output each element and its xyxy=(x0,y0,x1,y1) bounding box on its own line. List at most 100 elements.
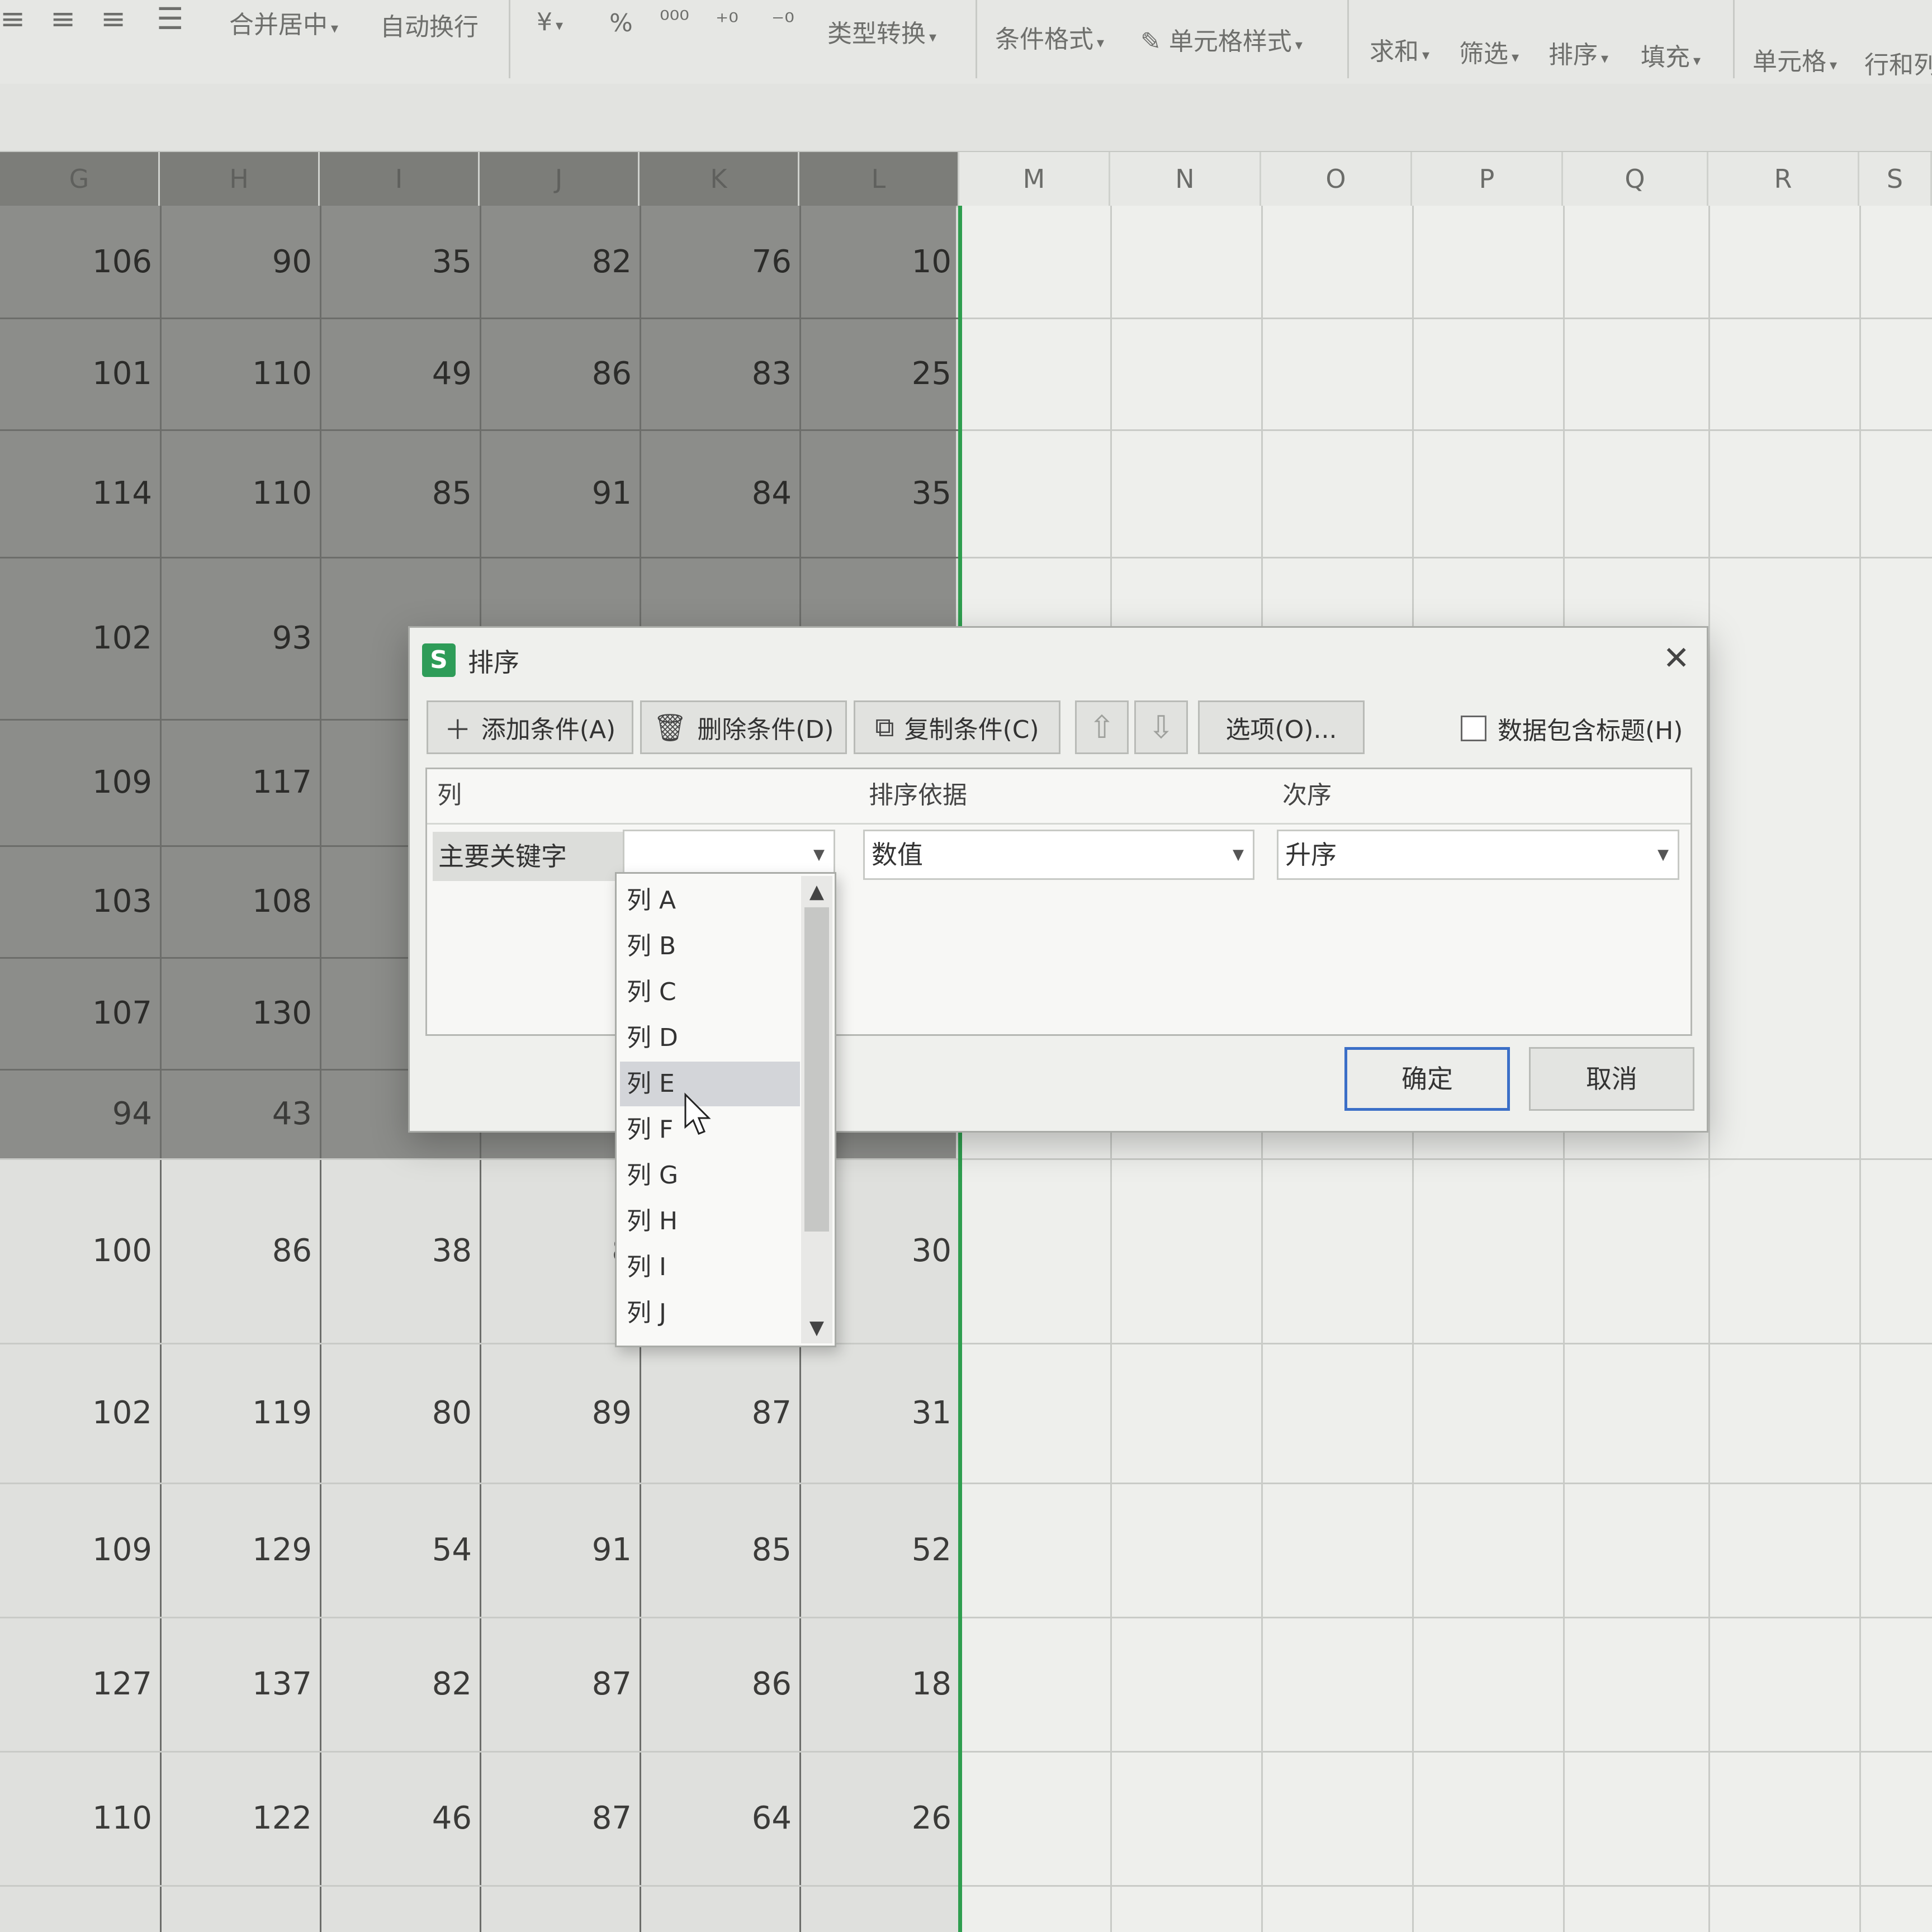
cell[interactable]: 87 xyxy=(480,1617,640,1751)
cell[interactable]: 114 xyxy=(0,429,160,557)
cell[interactable]: 110 xyxy=(160,318,320,429)
cell[interactable]: 117 xyxy=(160,719,320,845)
ok-button[interactable]: 确定 xyxy=(1344,1047,1510,1111)
list-item[interactable]: 列 B xyxy=(620,924,800,969)
list-item[interactable]: 列 G xyxy=(620,1153,800,1198)
filter-button[interactable]: 筛选 ▾ xyxy=(1459,34,1519,69)
cell[interactable]: 110 xyxy=(160,429,320,557)
column-header-r[interactable]: R xyxy=(1708,152,1859,206)
cell[interactable]: 108 xyxy=(160,845,320,957)
cell-style-button[interactable]: ✎ 单元格样式 ▾ xyxy=(1140,21,1303,57)
column-header-h[interactable]: H xyxy=(160,152,320,206)
delete-condition-button[interactable]: 🗑 删除条件(D) xyxy=(640,700,847,754)
cell[interactable]: 35 xyxy=(799,429,959,557)
scroll-down-icon[interactable]: ▼ xyxy=(801,1312,832,1343)
dropdown-scrollbar[interactable]: ▲ ▼ xyxy=(801,876,832,1343)
cell[interactable]: 91 xyxy=(480,1483,640,1617)
sort-button[interactable]: 排序 ▾ xyxy=(1549,35,1608,70)
list-item[interactable]: 列 I xyxy=(620,1245,800,1290)
fill-button[interactable]: 填充 ▾ xyxy=(1641,37,1701,73)
cell[interactable]: 54 xyxy=(320,1483,480,1617)
cell[interactable]: 102 xyxy=(0,557,160,719)
increase-decimal-icon[interactable]: ⁺⁰ xyxy=(716,8,738,36)
column-header-p[interactable]: P xyxy=(1412,152,1563,206)
type-convert-button[interactable]: 类型转换 ▾ xyxy=(827,13,936,49)
rows-cols-button[interactable]: 行和列 xyxy=(1864,45,1932,80)
column-header-o[interactable]: O xyxy=(1261,152,1412,206)
cell[interactable]: 10 xyxy=(799,206,959,318)
cell[interactable]: 49 xyxy=(320,318,480,429)
cell[interactable]: 38 xyxy=(320,1158,480,1343)
list-item[interactable]: 列 A xyxy=(620,878,800,923)
cell[interactable]: 18 xyxy=(799,1617,959,1751)
align-right-icon[interactable]: ≡ xyxy=(101,1,126,36)
column-header-n[interactable]: N xyxy=(1110,152,1261,206)
cell[interactable]: 137 xyxy=(160,1617,320,1751)
cell[interactable]: 89 xyxy=(480,1343,640,1483)
list-item[interactable]: 列 J xyxy=(620,1291,800,1336)
scroll-up-icon[interactable]: ▲ xyxy=(801,876,832,907)
primary-key-dropdown-list[interactable]: 列 A 列 B 列 C 列 D 列 E 列 F 列 G 列 H 列 I 列 J … xyxy=(615,872,836,1347)
cell[interactable]: 84 xyxy=(640,429,799,557)
cell[interactable]: 110 xyxy=(0,1751,160,1885)
list-item[interactable]: 列 C xyxy=(620,970,800,1015)
move-up-button[interactable]: ⇧ xyxy=(1075,700,1129,754)
list-item[interactable]: 列 D xyxy=(620,1016,800,1060)
cancel-button[interactable]: 取消 xyxy=(1529,1047,1694,1111)
sum-button[interactable]: 求和 ▾ xyxy=(1370,31,1429,67)
cell[interactable]: 85 xyxy=(320,429,480,557)
cell[interactable]: 86 xyxy=(480,318,640,429)
sort-on-select[interactable]: 数值 ▼ xyxy=(863,830,1254,880)
column-header-j[interactable]: J xyxy=(480,152,640,206)
column-header-l[interactable]: L xyxy=(799,152,959,206)
cell[interactable]: 119 xyxy=(160,1343,320,1483)
cell[interactable]: 109 xyxy=(0,719,160,845)
thousands-separator-icon[interactable]: ⁰⁰⁰ xyxy=(660,6,689,34)
cell[interactable]: 91 xyxy=(480,429,640,557)
align-left-icon[interactable]: ≡ xyxy=(0,1,25,36)
cell[interactable]: 64 xyxy=(640,1751,799,1885)
options-button[interactable]: 选项(O)... xyxy=(1198,700,1365,754)
list-item[interactable]: 列 H xyxy=(620,1199,800,1244)
cell[interactable]: 35 xyxy=(320,206,480,318)
cell[interactable]: 129 xyxy=(160,1483,320,1617)
checkbox-box[interactable] xyxy=(1461,716,1486,741)
cell[interactable]: 43 xyxy=(160,1069,320,1158)
currency-button[interactable]: ¥ ▾ xyxy=(537,8,563,36)
cell[interactable]: 90 xyxy=(160,206,320,318)
cell[interactable]: 86 xyxy=(160,1158,320,1343)
cell[interactable]: 83 xyxy=(640,318,799,429)
cell[interactable]: 106 xyxy=(0,206,160,318)
cells-button[interactable]: 单元格 ▾ xyxy=(1753,41,1837,77)
column-header-i[interactable]: I xyxy=(320,152,480,206)
column-header-s[interactable]: S xyxy=(1859,152,1932,206)
cell[interactable]: 46 xyxy=(320,1751,480,1885)
cell[interactable]: 122 xyxy=(160,1751,320,1885)
column-header-q[interactable]: Q xyxy=(1563,152,1708,206)
cell[interactable]: 100 xyxy=(0,1158,160,1343)
add-condition-button[interactable]: ＋添加条件(A) xyxy=(427,700,633,754)
dialog-title-bar[interactable]: S 排序 ✕ xyxy=(410,628,1707,689)
wrap-text-button[interactable]: 自动换行 xyxy=(380,7,479,42)
align-center-icon[interactable]: ≡ xyxy=(50,1,75,36)
cell[interactable]: 82 xyxy=(480,206,640,318)
distributed-align-icon[interactable]: ☰ xyxy=(157,1,183,36)
cell[interactable]: 93 xyxy=(160,557,320,719)
percent-button[interactable]: % xyxy=(609,9,633,37)
cell[interactable]: 101 xyxy=(0,318,160,429)
cell[interactable]: 130 xyxy=(160,957,320,1069)
cell[interactable]: 25 xyxy=(799,318,959,429)
cell[interactable]: 87 xyxy=(640,1343,799,1483)
cell[interactable]: 103 xyxy=(0,845,160,957)
column-header-m[interactable]: M xyxy=(959,152,1110,206)
cell[interactable]: 82 xyxy=(320,1617,480,1751)
cell[interactable]: 52 xyxy=(799,1483,959,1617)
cell[interactable]: 85 xyxy=(640,1483,799,1617)
cell[interactable]: 102 xyxy=(0,1343,160,1483)
cell[interactable]: 107 xyxy=(0,957,160,1069)
cell[interactable]: 80 xyxy=(320,1343,480,1483)
header-checkbox[interactable]: 数据包含标题(H) xyxy=(1461,712,1683,745)
cell[interactable]: 31 xyxy=(799,1343,959,1483)
cell[interactable]: 26 xyxy=(799,1751,959,1885)
scrollbar-thumb[interactable] xyxy=(804,907,829,1232)
